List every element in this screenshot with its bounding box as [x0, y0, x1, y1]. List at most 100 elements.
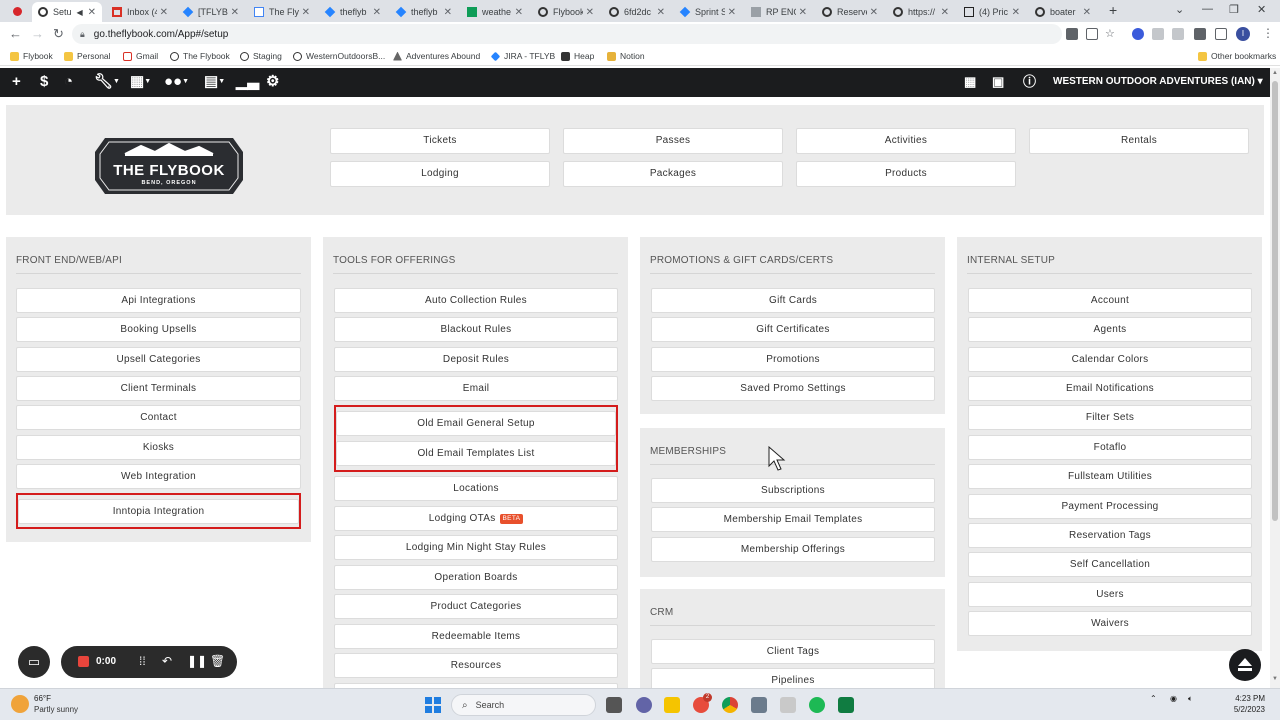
browser-tab-jira[interactable]: [TFLYB- ✕: [177, 2, 245, 22]
extension-icon[interactable]: [1172, 28, 1184, 40]
browser-tab-boater[interactable]: boater ✕: [1029, 2, 1097, 22]
bookmark-heap[interactable]: Heap: [561, 51, 594, 61]
fotaflo-button[interactable]: Fotaflo: [968, 435, 1252, 460]
minimize-window-button[interactable]: —: [1202, 3, 1213, 15]
bookmark-the-flybook[interactable]: The Flybook: [170, 51, 230, 61]
task-view-icon[interactable]: [606, 697, 622, 713]
subscriptions-button[interactable]: Subscriptions: [651, 478, 935, 503]
offering-rentals-button[interactable]: Rentals: [1029, 128, 1249, 154]
profile-avatar[interactable]: I: [1236, 27, 1250, 41]
bookmark-gmail[interactable]: Gmail: [123, 51, 158, 61]
camera-icon[interactable]: [1066, 28, 1078, 40]
browser-tab-flybook-calendar[interactable]: The Flyb ✕: [248, 2, 316, 22]
bookmark-westernoutdoors[interactable]: WesternOutdoorsB...: [293, 51, 385, 61]
browser-tab-notion-pricing[interactable]: (4) Pric ✕: [958, 2, 1026, 22]
lodging-min-night-stay-rules-button[interactable]: Lodging Min Night Stay Rules: [334, 535, 618, 560]
api-integrations-button[interactable]: Api Integrations: [16, 288, 301, 313]
browser-tab-weather[interactable]: weathe ✕: [461, 2, 529, 22]
bookmark-staging[interactable]: Staging: [240, 51, 282, 61]
close-tab-icon[interactable]: ✕: [160, 7, 168, 18]
browser-tab-rp-eng[interactable]: RP ENG ✕: [745, 2, 813, 22]
file-explorer-icon[interactable]: [664, 697, 680, 713]
operation-boards-button[interactable]: Operation Boards: [334, 565, 618, 590]
tab-search-icon[interactable]: ⌄: [1175, 3, 1184, 16]
close-tab-icon[interactable]: ✕: [799, 7, 807, 18]
waivers-button[interactable]: Waivers: [968, 611, 1252, 636]
close-tab-icon[interactable]: ✕: [231, 7, 239, 18]
booking-upsells-button[interactable]: Booking Upsells: [16, 317, 301, 342]
saved-promo-settings-button[interactable]: Saved Promo Settings: [651, 376, 935, 401]
close-tab-icon[interactable]: ✕: [657, 7, 665, 18]
email-button[interactable]: Email: [334, 376, 618, 401]
weather-sun-icon[interactable]: [11, 695, 29, 713]
browser-tab-gmail[interactable]: Inbox (4 ✕: [106, 2, 174, 22]
bookmark-notion[interactable]: Notion: [607, 51, 645, 61]
offering-lodging-button[interactable]: Lodging: [330, 161, 550, 187]
browser-tab-sprint[interactable]: Sprint S ✕: [674, 2, 742, 22]
close-tab-icon[interactable]: ✕: [870, 7, 878, 18]
bookmark-adventures-abound[interactable]: Adventures Abound: [393, 51, 480, 61]
payment-processing-button[interactable]: Payment Processing: [968, 494, 1252, 519]
lodging-otas-button[interactable]: Lodging OTAs BETA: [334, 506, 618, 531]
browser-menu-icon[interactable]: ⋮: [1262, 26, 1274, 40]
extension-icon[interactable]: [1132, 28, 1144, 40]
self-cancellation-button[interactable]: Self Cancellation: [968, 552, 1252, 577]
gift-certificates-button[interactable]: Gift Certificates: [651, 317, 935, 342]
teams-chat-icon[interactable]: [636, 697, 652, 713]
blackout-rules-button[interactable]: Blackout Rules: [334, 317, 618, 342]
maximize-window-button[interactable]: ❐: [1229, 3, 1239, 16]
close-tab-icon[interactable]: ✕: [302, 7, 310, 18]
bookmark-flybook[interactable]: Flybook: [10, 51, 53, 61]
account-button[interactable]: Account: [968, 288, 1252, 313]
close-tab-icon[interactable]: ✕: [515, 7, 523, 18]
auto-collection-rules-button[interactable]: Auto Collection Rules: [334, 288, 618, 313]
other-bookmarks[interactable]: Other bookmarks: [1198, 51, 1276, 61]
share-icon[interactable]: [1086, 28, 1098, 40]
reload-button[interactable]: ↻: [53, 26, 64, 42]
close-tab-icon[interactable]: ✕: [88, 7, 96, 18]
membership-offerings-button[interactable]: Membership Offerings: [651, 537, 935, 562]
offering-activities-button[interactable]: Activities: [796, 128, 1016, 154]
scroll-down-arrow-icon[interactable]: ▼: [1272, 676, 1278, 682]
offering-tickets-button[interactable]: Tickets: [330, 128, 550, 154]
new-tab-button[interactable]: +: [1109, 2, 1117, 18]
promotions-button[interactable]: Promotions: [651, 347, 935, 372]
close-tab-icon[interactable]: ✕: [941, 7, 949, 18]
grid-apps-icon[interactable]: ▦: [964, 74, 976, 90]
kiosks-button[interactable]: Kiosks: [16, 435, 301, 460]
upsell-categories-button[interactable]: Upsell Categories: [16, 347, 301, 372]
dashboard-gauge-icon[interactable]: ◔: [64, 74, 73, 90]
browser-tab-reserve[interactable]: Reserve ✕: [816, 2, 884, 22]
users-menu-icon[interactable]: ●●▼: [164, 73, 189, 90]
help-widget-button[interactable]: [1229, 649, 1261, 681]
offering-passes-button[interactable]: Passes: [563, 128, 783, 154]
stop-recording-button[interactable]: [78, 656, 89, 667]
star-bookmark-icon[interactable]: ☆: [1105, 28, 1117, 40]
browser-tab-theflybook-1[interactable]: theflyb ✕: [319, 2, 387, 22]
client-tags-button[interactable]: Client Tags: [651, 639, 935, 664]
agents-button[interactable]: Agents: [968, 317, 1252, 342]
document-app-icon[interactable]: [780, 697, 796, 713]
pause-icon[interactable]: ❚❚: [187, 654, 207, 668]
membership-email-templates-button[interactable]: Membership Email Templates: [651, 507, 935, 532]
chart-icon[interactable]: ▁▃: [236, 74, 259, 90]
deposit-rules-button[interactable]: Deposit Rules: [334, 347, 618, 372]
close-tab-icon[interactable]: ✕: [586, 7, 594, 18]
client-terminals-button[interactable]: Client Terminals: [16, 376, 301, 401]
browser-tab-flybook[interactable]: Flybook ✕: [532, 2, 600, 22]
windows-start-icon[interactable]: [425, 697, 441, 713]
close-window-button[interactable]: ✕: [1257, 3, 1266, 16]
grid-icon[interactable]: ⁞⁞: [139, 654, 146, 668]
add-icon[interactable]: +: [12, 74, 21, 90]
taskbar-search[interactable]: ⌕ Search: [451, 694, 596, 716]
reservation-tags-button[interactable]: Reservation Tags: [968, 523, 1252, 548]
volume-icon[interactable]: 🔈︎: [1188, 694, 1193, 704]
filter-sets-button[interactable]: Filter Sets: [968, 405, 1252, 430]
pipelines-button[interactable]: Pipelines: [651, 668, 935, 688]
close-tab-icon[interactable]: ✕: [1012, 7, 1020, 18]
spotify-icon[interactable]: [809, 697, 825, 713]
account-dropdown[interactable]: WESTERN OUTDOOR ADVENTURES (IAN) ▾: [1053, 76, 1263, 87]
redeemable-items-button[interactable]: Redeemable Items: [334, 624, 618, 649]
browser-tab-setup[interactable]: Setu ◀ ✕: [32, 2, 102, 22]
users-button[interactable]: Users: [968, 582, 1252, 607]
